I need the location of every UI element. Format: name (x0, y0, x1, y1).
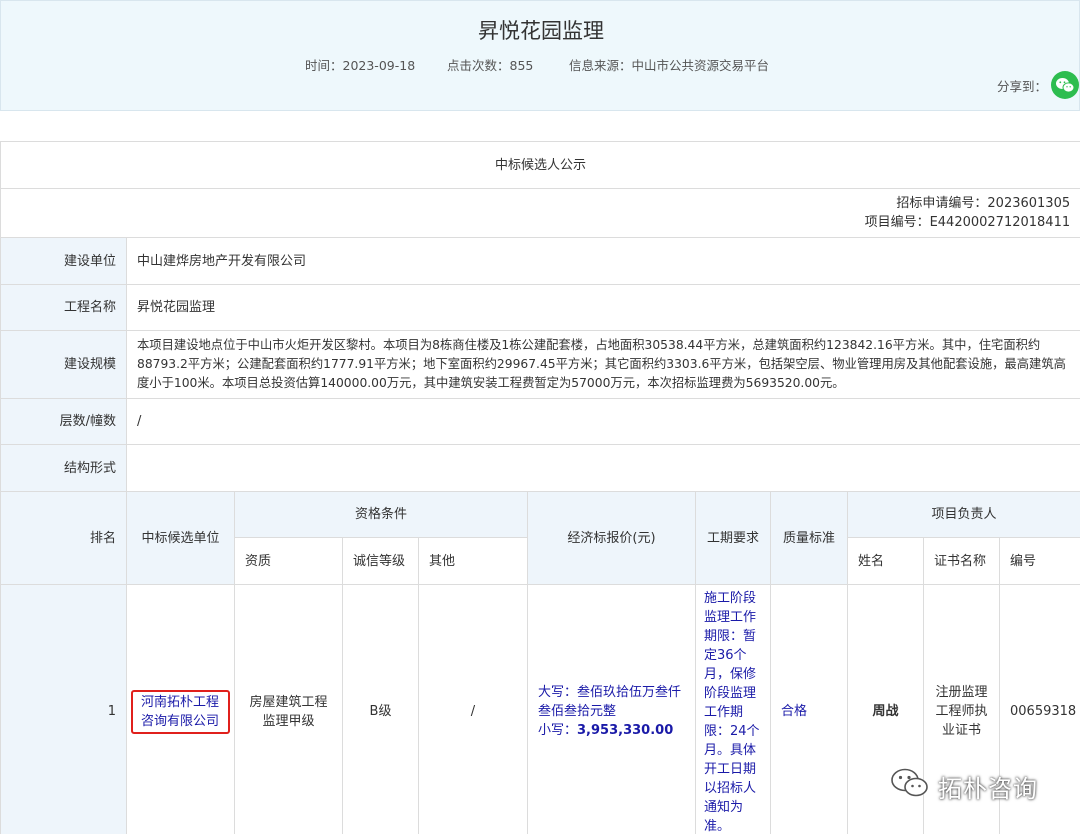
click-count: 点击次数：855 (447, 58, 534, 73)
page-header: 昇悦花园监理 时间：2023-09-18 点击次数：855 信息来源：中山市公共… (0, 0, 1080, 111)
notice-heading: 中标候选人公示 (0, 141, 1080, 189)
bid-numbers: 招标申请编号：2023601305 项目编号：E4420002712018411 (0, 188, 1080, 238)
qualification-header: 资格条件 (234, 491, 528, 538)
quality-cell: 合格 (770, 584, 848, 834)
structure-label: 结构形式 (0, 444, 127, 492)
other-header: 其他 (418, 537, 528, 585)
structure-value (125, 444, 1080, 492)
candidate-cell: 河南拓朴工程咨询有限公司 (126, 584, 235, 834)
watermark: 拓朴咨询 (890, 766, 1038, 806)
scale-value: 本项目建设地点位于中山市火炬开发区黎村。本项目为8栋商住楼及1栋公建配套楼，占地… (125, 330, 1080, 399)
publish-time: 时间：2023-09-18 (305, 58, 416, 73)
rank-header: 排名 (0, 491, 127, 585)
price-header: 经济标报价(元) (527, 491, 696, 585)
share-label: 分享到： (997, 79, 1048, 94)
price-lower-label: 小写： (538, 723, 578, 738)
candidate-header: 中标候选单位 (126, 491, 235, 585)
bid-notice-table: 中标候选人公示 招标申请编号：2023601305 项目编号：E44200027… (0, 141, 1080, 834)
watermark-text: 拓朴咨询 (938, 774, 1038, 803)
builder-value: 中山建烨房地产开发有限公司 (125, 237, 1080, 285)
page-title: 昇悦花园监理 (478, 19, 604, 43)
price-cell: 大写：叁佰玖拾伍万叁仟叁佰叁拾元整 小写：3,953,330.00 (527, 584, 696, 834)
project-name-value: 昇悦花园监理 (125, 284, 1080, 331)
cert-name-header: 证书名称 (923, 537, 1000, 585)
period-cell: 施工阶段监理工作期限：暂定36个月，保修阶段监理工作期限：24个月。具体开工日期… (695, 584, 771, 834)
info-source: 信息来源：中山市公共资源交易平台 (569, 58, 770, 73)
leader-header: 项目负责人 (846, 491, 1080, 538)
credit-cell: B级 (342, 584, 419, 834)
price-upper: 大写：叁佰玖拾伍万叁仟叁佰叁拾元整 (538, 685, 682, 719)
wechat-icon[interactable] (1051, 71, 1079, 99)
quality-header: 质量标准 (770, 491, 848, 585)
other-cell: / (418, 584, 528, 834)
floors-label: 层数/幢数 (0, 398, 127, 445)
candidate-company-link[interactable]: 河南拓朴工程咨询有限公司 (131, 689, 230, 734)
scale-label: 建设规模 (0, 330, 127, 399)
credit-header: 诚信等级 (342, 537, 419, 585)
price-lower: 小写：3,953,330.00 (538, 721, 685, 740)
bid-application-no: 招标申请编号：2023601305 (896, 196, 1071, 211)
qualification-cell: 房屋建筑工程监理甲级 (234, 584, 343, 834)
leader-name-header: 姓名 (847, 537, 924, 585)
cert-no-header: 编号 (998, 537, 1080, 585)
wechat-logo-icon (890, 767, 930, 805)
builder-label: 建设单位 (0, 237, 127, 285)
floors-value: / (125, 398, 1080, 445)
price-lower-value: 3,953,330.00 (577, 723, 674, 738)
project-no: 项目编号：E4420002712018411 (864, 215, 1071, 230)
project-name-label: 工程名称 (0, 284, 127, 331)
rank-cell: 1 (0, 584, 127, 834)
qual-grade-header: 资质 (234, 537, 343, 585)
period-header: 工期要求 (695, 491, 771, 585)
